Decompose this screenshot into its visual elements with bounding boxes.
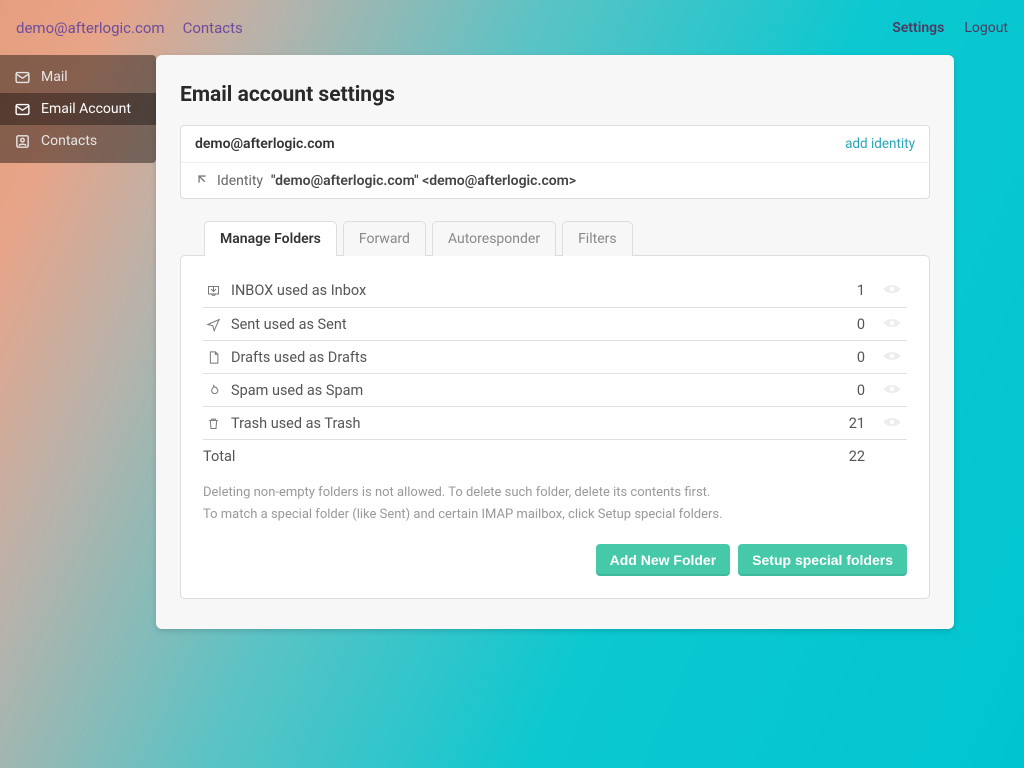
sidebar: Mail Email Account Contacts (0, 55, 156, 163)
hint-line: Deleting non-empty folders is not allowe… (203, 482, 907, 504)
eye-icon (883, 349, 901, 366)
account-box: demo@afterlogic.com add identity Identit… (180, 125, 930, 199)
file-icon (203, 349, 223, 366)
tab-panel-manage-folders: INBOX used as Inbox1Sent used as Sent0Dr… (180, 255, 930, 599)
hint-line: To match a special folder (like Sent) an… (203, 504, 907, 526)
eye-icon (883, 415, 901, 432)
folder-row[interactable]: Sent used as Sent 0 (203, 307, 907, 340)
tab-manage-folders[interactable]: Manage Folders (204, 221, 337, 256)
identity-row[interactable]: Identity "demo@afterlogic.com" <demo@aft… (181, 163, 929, 198)
add-identity-link[interactable]: add identity (845, 136, 915, 152)
folder-count: 0 (857, 316, 877, 333)
total-label: Total (203, 448, 235, 465)
sidebar-item-email-account[interactable]: Email Account (0, 93, 156, 125)
sidebar-item-contacts[interactable]: Contacts (0, 125, 156, 157)
eye-icon (883, 382, 901, 399)
folder-count: 21 (849, 415, 877, 432)
folder-row[interactable]: Spam used as Spam 0 (203, 373, 907, 406)
folder-name: Drafts used as Drafts (231, 349, 367, 366)
sidebar-item-label: Contacts (41, 133, 97, 149)
folder-name: Spam used as Spam (231, 382, 363, 399)
folder-name: Sent used as Sent (231, 316, 347, 333)
folder-count: 0 (857, 349, 877, 366)
identity-expand-icon (195, 172, 209, 189)
account-email: demo@afterlogic.com (195, 136, 335, 152)
trash-icon (203, 415, 223, 432)
main: Mail Email Account Contacts Email accoun… (0, 55, 1024, 629)
visibility-toggle[interactable] (877, 316, 907, 333)
folder-row[interactable]: INBOX used as Inbox 1 (203, 274, 907, 307)
visibility-toggle[interactable] (877, 382, 907, 399)
identity-prefix: Identity (217, 173, 263, 189)
page-title: Email account settings (180, 83, 930, 107)
settings-panel: Email account settings demo@afterlogic.c… (156, 55, 954, 629)
mail-icon (14, 101, 31, 118)
hints: Deleting non-empty folders is not allowe… (203, 482, 907, 526)
send-icon (203, 316, 223, 333)
tab-autoresponder[interactable]: Autoresponder (432, 221, 556, 256)
eye-icon (883, 282, 901, 299)
mail-icon (14, 69, 31, 86)
folder-count: 0 (857, 382, 877, 399)
topbar: demo@afterlogic.com Contacts Settings Lo… (0, 0, 1024, 55)
tab-filters[interactable]: Filters (562, 221, 633, 256)
folder-total-row: Total 22 (203, 439, 907, 472)
folder-name: INBOX used as Inbox (231, 282, 366, 299)
add-new-folder-button[interactable]: Add New Folder (596, 544, 731, 576)
topbar-user-link[interactable]: demo@afterlogic.com (16, 19, 165, 37)
contacts-icon (14, 133, 31, 150)
folder-row[interactable]: Trash used as Trash 21 (203, 406, 907, 439)
eye-icon (883, 316, 901, 333)
folder-count: 1 (857, 282, 877, 299)
tab-forward[interactable]: Forward (343, 221, 426, 256)
folder-list: INBOX used as Inbox1Sent used as Sent0Dr… (203, 274, 907, 439)
visibility-toggle[interactable] (877, 349, 907, 366)
sidebar-item-label: Email Account (41, 101, 131, 117)
flame-icon (203, 382, 223, 399)
button-row: Add New Folder Setup special folders (203, 544, 907, 576)
topbar-settings-link[interactable]: Settings (892, 20, 944, 36)
folder-row[interactable]: Drafts used as Drafts 0 (203, 340, 907, 373)
inbox-icon (203, 282, 223, 299)
folder-name: Trash used as Trash (231, 415, 360, 432)
total-count: 22 (849, 448, 907, 465)
sidebar-item-mail[interactable]: Mail (0, 61, 156, 93)
identity-value: "demo@afterlogic.com" <demo@afterlogic.c… (271, 173, 576, 189)
topbar-contacts-link[interactable]: Contacts (183, 19, 243, 37)
visibility-toggle[interactable] (877, 282, 907, 299)
account-row: demo@afterlogic.com add identity (181, 126, 929, 163)
setup-special-folders-button[interactable]: Setup special folders (738, 544, 907, 576)
sidebar-item-label: Mail (41, 69, 68, 85)
visibility-toggle[interactable] (877, 415, 907, 432)
topbar-logout-link[interactable]: Logout (964, 20, 1008, 36)
tabs: Manage Folders Forward Autoresponder Fil… (204, 221, 930, 256)
